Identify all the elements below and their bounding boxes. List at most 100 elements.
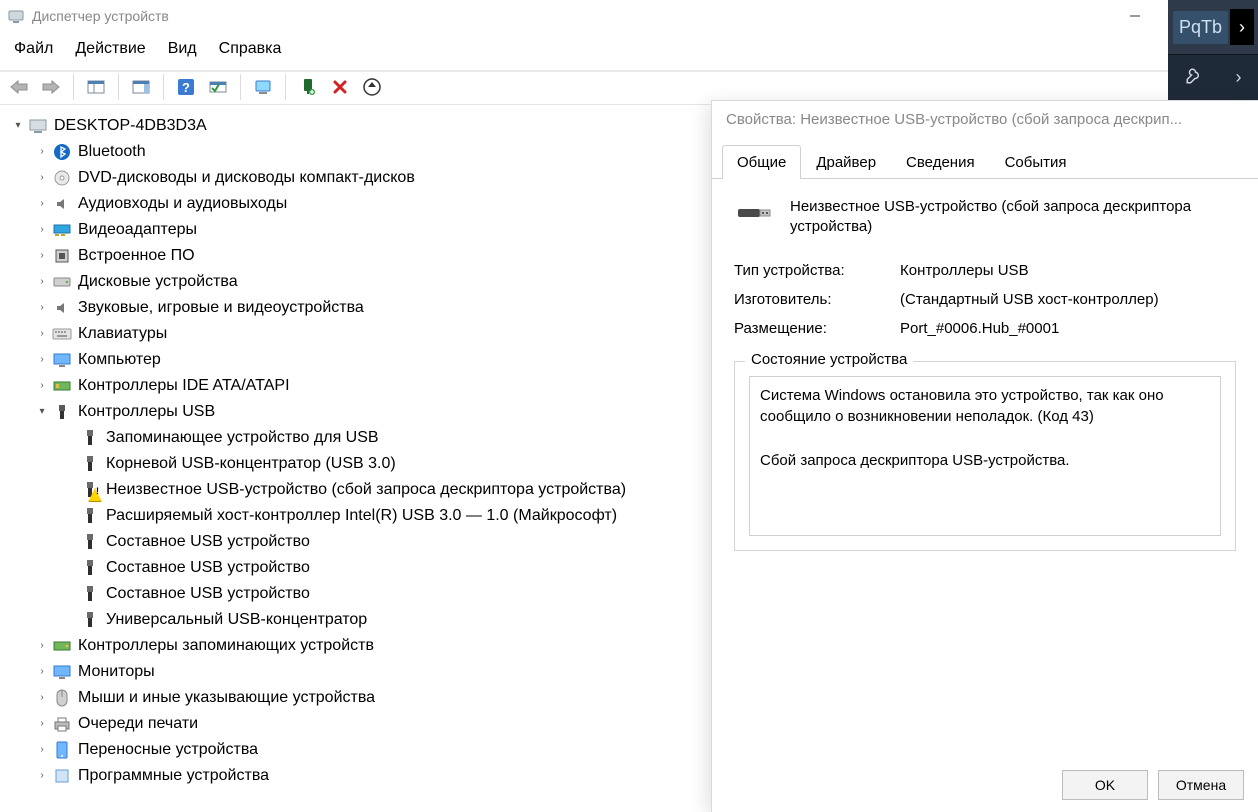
value-manufacturer: (Стандартный USB хост-контроллер): [900, 291, 1236, 308]
tree-node-label: Дисковые устройства: [78, 271, 238, 293]
label-device-type: Тип устройства:: [734, 262, 884, 279]
monitor-icon: [52, 662, 72, 682]
dialog-tabs: Общие Драйвер Сведения События: [712, 144, 1258, 179]
twisty-right-icon[interactable]: ›: [34, 326, 50, 342]
tree-node-label: Мыши и иные указывающие устройства: [78, 687, 375, 709]
nav-back-button[interactable]: [6, 74, 32, 100]
bg-app-chevron-icon[interactable]: ›: [1230, 9, 1254, 45]
keyboard-icon: [52, 324, 72, 344]
tree-node-label: Клавиатуры: [78, 323, 167, 345]
ide-icon: [52, 376, 72, 396]
usb-controller-icon: [52, 402, 72, 422]
monitor-icon: [52, 350, 72, 370]
uninstall-device-button[interactable]: [327, 74, 353, 100]
background-app-strip: PqTb › ›: [1168, 0, 1258, 100]
storage-ctrl-icon: [52, 636, 72, 656]
disk-icon: [52, 272, 72, 292]
enable-device-button[interactable]: [295, 74, 321, 100]
usb-device-icon: [734, 197, 774, 238]
audio-icon: [52, 194, 72, 214]
bg-app-tab[interactable]: PqTb: [1173, 11, 1228, 44]
tree-node-label: Запоминающее устройство для USB: [106, 427, 379, 449]
device-status-group: Состояние устройства Система Windows ост…: [734, 361, 1236, 551]
software-icon: [52, 766, 72, 786]
action-pane-button[interactable]: [128, 74, 154, 100]
tree-node-label: Универсальный USB-концентратор: [106, 609, 367, 631]
tree-node-label: Мониторы: [78, 661, 155, 683]
tree-node-label: Составное USB устройство: [106, 557, 310, 579]
ok-button[interactable]: OK: [1062, 770, 1148, 800]
tree-node-label: Неизвестное USB-устройство (сбой запроса…: [106, 479, 626, 501]
twisty-right-icon[interactable]: ›: [34, 664, 50, 680]
twisty-right-icon[interactable]: ›: [34, 638, 50, 654]
twisty-right-icon[interactable]: ›: [34, 742, 50, 758]
device-status-text[interactable]: Система Windows остановила это устройств…: [749, 376, 1221, 536]
usb-icon: [80, 584, 100, 604]
nav-forward-button[interactable]: [38, 74, 64, 100]
menu-help[interactable]: Справка: [219, 40, 282, 58]
show-hide-tree-button[interactable]: [83, 74, 109, 100]
usb-icon: [80, 532, 100, 552]
tree-node-label: Звуковые, игровые и видеоустройства: [78, 297, 364, 319]
tree-node-label: DVD-дисководы и дисководы компакт-дисков: [78, 167, 415, 189]
usb-icon: [80, 558, 100, 578]
tab-general[interactable]: Общие: [722, 145, 801, 179]
tree-node-label: Расширяемый хост-контроллер Intel(R) USB…: [106, 505, 617, 527]
usb-icon: [80, 454, 100, 474]
twisty-right-icon[interactable]: ›: [34, 274, 50, 290]
usb-icon: [80, 428, 100, 448]
wrench-icon[interactable]: [1185, 67, 1203, 88]
twisty-down-icon[interactable]: ▾: [34, 404, 50, 420]
dvd-icon: [52, 168, 72, 188]
twisty-right-icon[interactable]: ›: [34, 300, 50, 316]
menubar: Файл Действие Вид Справка: [0, 32, 1258, 70]
tree-node-label: Bluetooth: [78, 141, 146, 163]
twisty-down-icon[interactable]: ▾: [10, 118, 26, 134]
properties-dialog: Свойства: Неизвестное USB-устройство (сб…: [711, 100, 1258, 812]
device-status-legend: Состояние устройства: [745, 351, 913, 368]
tree-node-label: Составное USB устройство: [106, 583, 310, 605]
twisty-right-icon[interactable]: ›: [34, 222, 50, 238]
update-driver-button[interactable]: [250, 74, 276, 100]
tree-node-label: Встроенное ПО: [78, 245, 195, 267]
tree-node-label: Составное USB устройство: [106, 531, 310, 553]
tree-node-label: Видеоадаптеры: [78, 219, 197, 241]
twisty-right-icon[interactable]: ›: [34, 690, 50, 706]
twisty-right-icon[interactable]: ›: [34, 378, 50, 394]
tree-node-label: Программные устройства: [78, 765, 269, 787]
help-button[interactable]: ?: [173, 74, 199, 100]
minimize-button[interactable]: [1112, 0, 1158, 32]
tree-root-label: DESKTOP-4DB3D3A: [54, 115, 207, 137]
chevron-right-icon[interactable]: ›: [1236, 67, 1242, 88]
cancel-button[interactable]: Отмена: [1158, 770, 1244, 800]
menu-view[interactable]: Вид: [168, 40, 197, 58]
twisty-right-icon[interactable]: ›: [34, 144, 50, 160]
tree-node-label: Контроллеры запоминающих устройств: [78, 635, 374, 657]
usb-icon: [80, 506, 100, 526]
dialog-title: Свойства: Неизвестное USB-устройство (сб…: [712, 101, 1258, 138]
tab-driver[interactable]: Драйвер: [801, 145, 891, 179]
tree-node-label: Очереди печати: [78, 713, 198, 735]
tree-node-label: Контроллеры USB: [78, 401, 215, 423]
tree-node-label: Корневой USB-концентратор (USB 3.0): [106, 453, 396, 475]
value-location: Port_#0006.Hub_#0001: [900, 320, 1236, 337]
scan-hardware-button[interactable]: [205, 74, 231, 100]
menu-action[interactable]: Действие: [75, 40, 145, 58]
window-title: Диспетчер устройств: [32, 8, 1112, 24]
twisty-right-icon[interactable]: ›: [34, 768, 50, 784]
twisty-right-icon[interactable]: ›: [34, 170, 50, 186]
titlebar: Диспетчер устройств: [0, 0, 1258, 32]
tab-details[interactable]: Сведения: [891, 145, 990, 179]
tab-events[interactable]: События: [990, 145, 1082, 179]
scan-for-changes-button[interactable]: [359, 74, 385, 100]
twisty-right-icon[interactable]: ›: [34, 716, 50, 732]
twisty-right-icon[interactable]: ›: [34, 196, 50, 212]
menu-file[interactable]: Файл: [14, 40, 53, 58]
dialog-device-name: Неизвестное USB-устройство (сбой запроса…: [790, 197, 1236, 238]
tree-node-label: Аудиовходы и аудиовыходы: [78, 193, 287, 215]
status-line-1: Система Windows остановила это устройств…: [760, 385, 1210, 429]
twisty-right-icon[interactable]: ›: [34, 248, 50, 264]
status-line-2: Сбой запроса дескриптора USB-устройства.: [760, 450, 1210, 472]
twisty-right-icon[interactable]: ›: [34, 352, 50, 368]
value-device-type: Контроллеры USB: [900, 262, 1236, 279]
